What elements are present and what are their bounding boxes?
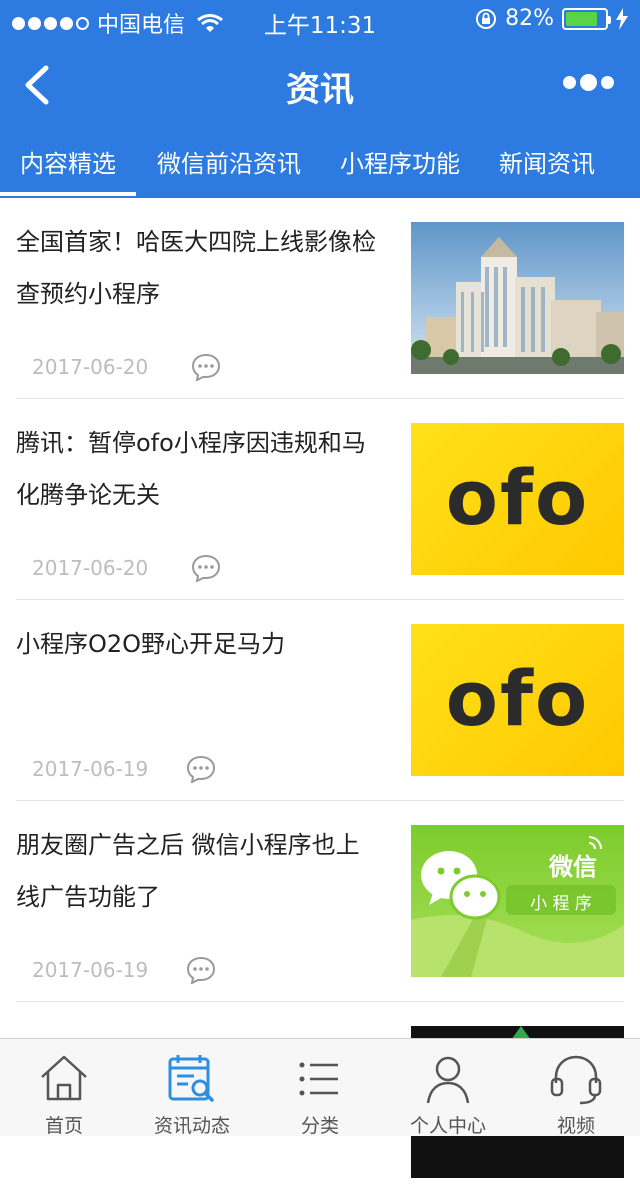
- article-title: 全国首家！哈医大四院上线影像检查预约小程序: [16, 228, 376, 308]
- tabbar-label: 分类: [300, 1115, 339, 1137]
- active-tab-indicator: [0, 192, 136, 196]
- nav-bar: 资讯: [0, 40, 640, 130]
- tabbar-category[interactable]: 分类: [256, 1039, 384, 1137]
- charging-icon: [616, 7, 628, 30]
- tab-miniprogram-features[interactable]: 小程序功能: [340, 144, 460, 179]
- ofo-logo-text: ofo: [445, 453, 590, 542]
- article-date: 2017-06-19: [32, 958, 149, 982]
- article-item[interactable]: 朋友圈广告之后 微信小程序也上线广告功能了 2017-06-19 微信 小 程 …: [16, 801, 624, 1002]
- tabbar-news[interactable]: 资讯动态: [128, 1039, 256, 1137]
- tab-news[interactable]: 新闻资讯: [499, 144, 595, 179]
- comment-icon[interactable]: [186, 956, 216, 984]
- article-item[interactable]: 小程序O2O野心开足马力 2017-06-19 ofo: [16, 600, 624, 801]
- wechat-label: 微信: [549, 853, 597, 881]
- battery-icon: [562, 7, 611, 30]
- tab-wechat-frontier[interactable]: 微信前沿资讯: [157, 144, 301, 179]
- battery-percent: 82%: [505, 6, 554, 31]
- orientation-lock-icon: [476, 8, 497, 29]
- article-item[interactable]: 全国首家！哈医大四院上线影像检查预约小程序 2017-06-20: [16, 198, 624, 399]
- comment-icon[interactable]: [191, 353, 221, 381]
- tabbar-home[interactable]: 首页: [0, 1039, 128, 1137]
- article-title: 小程序O2O野心开足马力: [16, 630, 286, 658]
- wechat-miniprogram-image: 微信 小 程 序: [411, 825, 624, 977]
- tab-content-selection[interactable]: 内容精选: [20, 144, 116, 179]
- article-date: 2017-06-19: [32, 757, 149, 781]
- tabbar-label: 资讯动态: [153, 1115, 230, 1137]
- tabbar-label: 个人中心: [409, 1115, 486, 1137]
- tabbar-label: 首页: [44, 1115, 83, 1137]
- article-title: 腾讯：暂停ofo小程序因违规和马化腾争论无关: [16, 429, 366, 509]
- ofo-logo-text: ofo: [445, 654, 590, 743]
- article-title: 朋友圈广告之后 微信小程序也上线广告功能了: [16, 831, 360, 911]
- list-icon: [299, 1062, 338, 1096]
- article-date: 2017-06-20: [32, 556, 149, 580]
- header: 中国电信 上午11:31 82% 资讯 内容精选 微信前沿资讯 小程序功能 新闻…: [0, 0, 640, 198]
- tabbar-label: 视频: [556, 1115, 595, 1137]
- status-bar: 中国电信 上午11:31 82%: [0, 0, 640, 40]
- bottom-tab-bar: 首页 资讯动态 分类 个人中心 视频: [0, 1038, 640, 1137]
- news-calendar-icon: [168, 1055, 214, 1102]
- miniprogram-label: 小 程 序: [530, 894, 592, 914]
- home-icon: [41, 1055, 87, 1101]
- page-title: 资讯: [286, 70, 354, 110]
- headset-icon: [550, 1055, 602, 1105]
- ofo-logo-image: ofo: [411, 423, 624, 575]
- article-item[interactable]: 腾讯：暂停ofo小程序因违规和马化腾争论无关 2017-06-20 ofo: [16, 399, 624, 600]
- status-right: 82%: [475, 6, 628, 31]
- category-tabs: 内容精选 微信前沿资讯 小程序功能 新闻资讯: [0, 130, 640, 198]
- person-icon: [426, 1056, 470, 1104]
- tabbar-profile[interactable]: 个人中心: [384, 1039, 512, 1137]
- tabbar-video[interactable]: 视频: [512, 1039, 640, 1137]
- ofo-logo-image: ofo: [411, 624, 624, 776]
- article-date: 2017-06-20: [32, 355, 149, 379]
- comment-icon[interactable]: [191, 554, 221, 582]
- hospital-building-image: [411, 222, 624, 374]
- comment-icon[interactable]: [186, 755, 216, 783]
- more-dots-icon[interactable]: [563, 74, 614, 91]
